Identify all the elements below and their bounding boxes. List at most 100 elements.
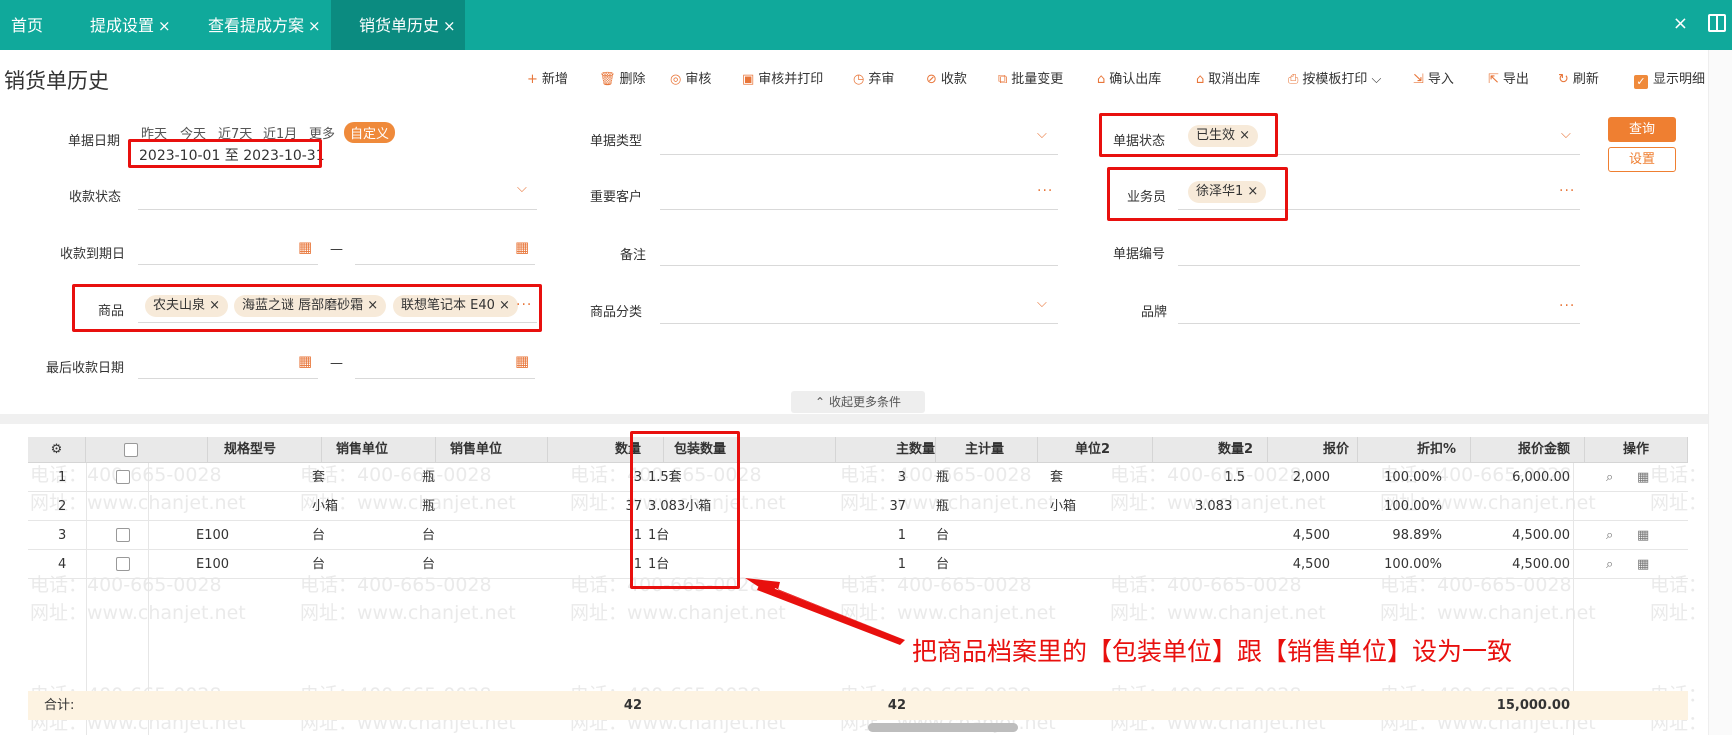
col-sale-unit-2[interactable]: 销售单位 <box>436 437 548 463</box>
table-row[interactable]: 1 套 瓶 3 1.5套 3 瓶 套 1.5 2,000 100.00% 6,0… <box>28 463 1688 492</box>
section-divider <box>0 414 1708 424</box>
close-all-icon[interactable]: × <box>1673 14 1688 34</box>
collect-button[interactable]: ⊘ 收款 <box>926 70 967 90</box>
qr-code-icon[interactable]: ▦ <box>1637 557 1649 572</box>
delete-button[interactable]: 🗑 删除 <box>599 70 646 90</box>
chevron-down-icon[interactable]: ⌵ <box>517 181 527 196</box>
cancel-out-button[interactable]: ⌂ 取消出库 <box>1196 70 1260 90</box>
button-label: 审核 <box>685 72 712 87</box>
calendar-icon[interactable]: ▦ <box>515 238 529 256</box>
cell-main-unit: 瓶 <box>936 470 950 485</box>
show-detail-checkbox[interactable]: ✓ 显示明细 <box>1634 70 1705 90</box>
cell-price <box>1268 492 1330 521</box>
doc-date-label: 单据日期 <box>68 134 121 149</box>
row-checkbox[interactable] <box>116 557 130 571</box>
total-amount: 15,000.00 <box>1496 698 1570 713</box>
vertical-scrollbar[interactable] <box>1708 50 1732 735</box>
cell-discount: 98.89% <box>1392 528 1442 543</box>
more-dots-icon[interactable]: ··· <box>1559 183 1575 199</box>
last-pay-date-end[interactable] <box>355 378 535 379</box>
detail-view-icon[interactable]: ⌕ <box>1606 557 1613 572</box>
tab-commission-settings[interactable]: 提成设置 × <box>90 0 171 50</box>
col-main-qty[interactable]: 主数量 <box>836 437 936 463</box>
detail-view-icon[interactable]: ⌕ <box>1606 528 1613 543</box>
chevron-down-icon[interactable]: ⌵ <box>1037 127 1047 142</box>
remark-input[interactable] <box>660 265 1058 266</box>
calendar-icon[interactable]: ▦ <box>298 352 312 370</box>
horizontal-scrollbar[interactable] <box>868 723 1018 732</box>
cell-main-qty: 1 <box>897 528 906 543</box>
confirm-out-button[interactable]: ⌂ 确认出库 <box>1097 70 1161 90</box>
page-title: 销货单历史 <box>4 69 109 93</box>
col-sale-unit[interactable]: 销售单位 <box>322 437 436 463</box>
col-operations: 操作 <box>1585 437 1688 463</box>
remark-label: 备注 <box>620 248 647 263</box>
calendar-icon[interactable]: ▦ <box>298 238 312 256</box>
col-unit2[interactable]: 单位2 <box>1038 437 1153 463</box>
doc-type-select[interactable] <box>660 154 1058 155</box>
quick-date-custom[interactable]: 自定义 <box>344 122 396 143</box>
close-icon[interactable]: × <box>158 17 171 35</box>
column-settings-icon[interactable]: ⚙ <box>28 437 86 463</box>
col-amount[interactable]: 报价金额 <box>1471 437 1585 463</box>
highlight-box <box>630 431 740 589</box>
cell-qty: 3 <box>633 470 642 485</box>
audit-print-button[interactable]: ▣ 审核并打印 <box>742 70 823 90</box>
tab-home[interactable]: 首页 <box>11 0 43 50</box>
more-dots-icon[interactable]: ··· <box>1037 183 1053 199</box>
brand-select[interactable] <box>1178 323 1580 324</box>
col-main-unit[interactable]: 主计量 <box>936 437 1038 463</box>
query-button[interactable]: 查询 <box>1608 117 1676 142</box>
template-print-button[interactable]: ⎙ 按模板打印 ⌵ <box>1288 70 1381 90</box>
table-row[interactable]: 2 小箱 瓶 37 3.083小箱 37 瓶 小箱 3.083 100.00% <box>28 492 1688 521</box>
close-icon[interactable]: × <box>443 17 456 35</box>
cell-amount: 6,000.00 <box>1512 470 1570 485</box>
row-checkbox[interactable] <box>116 470 130 484</box>
collapse-conditions-button[interactable]: ⌃ 收起更多条件 <box>791 391 925 413</box>
col-qty2[interactable]: 数量2 <box>1153 437 1268 463</box>
last-pay-date-label: 最后收款日期 <box>46 361 125 376</box>
last-pay-date-start[interactable] <box>138 378 318 379</box>
audit-icon: ◎ <box>670 72 682 87</box>
product-category-select[interactable] <box>660 323 1058 324</box>
plus-icon: + <box>527 72 538 87</box>
close-icon[interactable]: × <box>308 17 321 35</box>
add-button[interactable]: + 新增 <box>527 70 568 90</box>
highlight-box <box>72 284 542 332</box>
col-price[interactable]: 报价 <box>1268 437 1358 463</box>
row-checkbox[interactable] <box>116 528 130 542</box>
chevron-down-icon[interactable]: ⌵ <box>1561 127 1571 142</box>
table-row[interactable]: 4 E100 台 台 1 1台 1 台 4,500 100.00% 4,500.… <box>28 550 1688 579</box>
batch-change-button[interactable]: ⧉ 批量变更 <box>998 70 1063 90</box>
qr-code-icon[interactable]: ▦ <box>1637 528 1649 543</box>
abandon-audit-button[interactable]: ◷ 弃审 <box>853 70 894 90</box>
pay-status-select[interactable] <box>138 209 537 210</box>
select-all-checkbox[interactable] <box>124 443 138 457</box>
doc-no-label: 单据编号 <box>1113 247 1166 262</box>
more-dots-icon[interactable]: ··· <box>1559 298 1575 314</box>
detail-view-icon[interactable]: ⌕ <box>1606 470 1613 485</box>
audit-button[interactable]: ◎ 审核 <box>670 70 711 90</box>
calendar-icon[interactable]: ▦ <box>515 352 529 370</box>
import-button[interactable]: ⇲ 导入 <box>1413 70 1454 90</box>
split-view-icon[interactable] <box>1708 14 1726 32</box>
button-label: 按模板打印 ⌵ <box>1302 72 1382 87</box>
tab-commission-plan[interactable]: 查看提成方案 × <box>208 0 321 50</box>
refresh-button[interactable]: ↻ 刷新 <box>1558 70 1599 90</box>
button-label: 新增 <box>541 72 568 87</box>
qr-code-icon[interactable]: ▦ <box>1637 470 1649 485</box>
table-row[interactable]: 3 E100 台 台 1 1台 1 台 4,500 98.89% 4,500.0… <box>28 521 1688 550</box>
export-button[interactable]: ⇱ 导出 <box>1488 70 1529 90</box>
cell-discount: 100.00% <box>1384 499 1442 514</box>
col-spec[interactable]: 规格型号 <box>208 437 322 463</box>
tab-sales-history[interactable]: 销货单历史 × <box>331 0 465 50</box>
col-discount[interactable]: 折扣% <box>1358 437 1471 463</box>
chevron-down-icon[interactable]: ⌵ <box>1037 296 1047 311</box>
settings-button[interactable]: 设置 <box>1608 147 1676 172</box>
doc-no-input[interactable] <box>1178 265 1580 266</box>
button-label: 批量变更 <box>1011 72 1064 87</box>
key-customer-select[interactable] <box>660 209 1058 210</box>
due-date-end[interactable] <box>355 264 535 265</box>
due-date-start[interactable] <box>138 264 318 265</box>
due-date-label: 收款到期日 <box>60 247 126 262</box>
